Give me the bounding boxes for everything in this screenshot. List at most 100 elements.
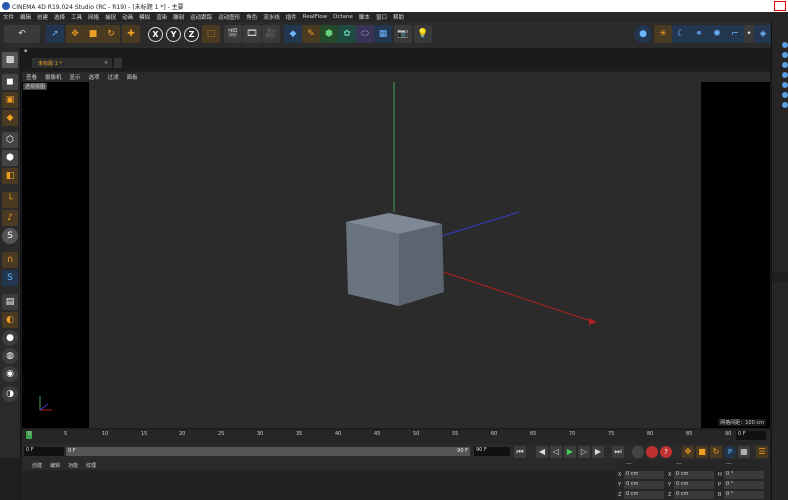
sphere-shade-button[interactable]: ● [2,330,18,346]
menu-realflow[interactable]: RealFlow [300,14,330,20]
object-visibility-icon[interactable] [782,92,788,98]
sculpt-s-button[interactable]: S [2,270,18,286]
go-to-end-button[interactable]: ⏭ [612,446,624,458]
go-to-start-button[interactable]: ⏮ [514,446,526,458]
object-visibility-icon[interactable] [782,62,788,68]
deformer-button[interactable]: ⬭ [356,25,374,43]
object-visibility-icon[interactable] [782,102,788,108]
texture-mode-button[interactable]: ▣ [2,92,18,108]
menu-select[interactable]: 选择 [51,13,68,21]
cube-button[interactable]: ◆ [284,25,302,43]
menu-animate[interactable]: 动画 [119,13,136,21]
coord-size-y-field[interactable]: 0 cm [674,481,714,489]
polygons-mode-button[interactable]: ◧ [2,168,18,184]
menu-help[interactable]: 帮助 [390,13,407,21]
key-move-button[interactable]: ✥ [682,446,694,458]
tweak-mode-button[interactable]: ♪ [2,210,18,226]
vp-menu-options[interactable]: 选项 [85,73,104,81]
key-param-button[interactable]: P [724,446,736,458]
scale-button[interactable]: ■ [84,25,102,43]
edges-mode-button[interactable]: ⬢ [2,150,18,166]
timeline-menu-button[interactable]: ☰ [756,446,768,458]
close-button[interactable] [774,1,786,11]
octane-link-button[interactable]: ⚭ [690,25,708,43]
vp-menu-panel[interactable]: 面板 [123,73,142,81]
live-select-button[interactable]: ➚ [46,25,64,43]
key-scale-button[interactable]: ■ [696,446,708,458]
render-settings-button[interactable]: 🎥 [262,25,280,43]
viewport-canvas[interactable] [89,82,701,428]
object-visibility-icon[interactable] [782,72,788,78]
axis-y-button[interactable]: Y [166,27,181,42]
vp-menu-camera[interactable]: 摄像机 [41,73,66,81]
menu-tools[interactable]: 工具 [68,13,85,21]
menu-mesh[interactable]: 网格 [85,13,102,21]
autokey-button[interactable] [646,446,658,458]
key-rotate-button[interactable]: ↻ [710,446,722,458]
light-button[interactable]: 💡 [414,25,432,43]
octane-gear-button[interactable]: ✺ [708,25,726,43]
menu-octane[interactable]: Octane [330,14,356,20]
start-frame-field[interactable]: 0 F [24,447,64,456]
coordinate-system-button[interactable]: ⬚ [202,25,220,43]
prev-frame-button[interactable]: ◁ [550,446,562,458]
coord-size-z-field[interactable]: 0 cm [674,491,714,499]
menu-snap[interactable]: 捕捉 [102,13,119,21]
play-button[interactable]: ▶ [564,446,576,458]
model-mode-button[interactable]: ▩ [2,52,18,68]
axis-x-button[interactable]: X [148,27,163,42]
menu-pipeline[interactable]: 流水线 [260,13,283,21]
menu-sculpt[interactable]: 雕刻 [170,13,187,21]
mat-menu-function[interactable]: 功能 [64,462,82,469]
magnet-button[interactable]: ∩ [2,252,18,268]
rotate-button[interactable]: ↻ [102,25,120,43]
octane-moon-button[interactable]: ☾ [672,25,690,43]
octane-dot-button[interactable]: • [744,25,754,43]
coord-rot-h-field[interactable]: 0 ° [724,471,764,479]
menu-character[interactable]: 角色 [243,13,260,21]
menu-simulate[interactable]: 模拟 [136,13,153,21]
move-button[interactable]: ✥ [66,25,84,43]
coord-rot-b-field[interactable]: 0 ° [724,491,764,499]
sphere-lines-button[interactable]: ◉ [2,366,18,382]
axis-mode-button[interactable]: └ [2,192,18,208]
menu-script[interactable]: 脚本 [356,13,373,21]
vp-menu-view[interactable]: 查看 [22,73,41,81]
floor-button[interactable]: ▦ [374,25,392,43]
object-visibility-icon[interactable] [782,52,788,58]
prev-key-button[interactable]: ◀ [536,446,548,458]
points-mode-button[interactable]: ⬡ [2,132,18,148]
current-frame-field[interactable]: 0 F [736,431,766,440]
keyframe-help-button[interactable]: ? [660,446,672,458]
snap-button[interactable]: S [2,228,18,244]
coord-pos-x-field[interactable]: 0 cm [624,471,664,479]
key-grid-button[interactable]: ▦ [738,446,750,458]
new-tab-button[interactable] [114,58,122,68]
render-view-button[interactable]: 🎬 [224,25,242,43]
menu-file[interactable]: 文件 [0,13,17,21]
subdivision-button[interactable]: ⬢ [320,25,338,43]
object-visibility-icon[interactable] [782,82,788,88]
octane-hook-button[interactable]: ⌐ [726,25,744,43]
menu-render[interactable]: 渲染 [153,13,170,21]
next-key-button[interactable]: ▶ [592,446,604,458]
mat-menu-texture[interactable]: 纹理 [82,462,100,469]
menu-mograph[interactable]: 运动图形 [215,13,243,21]
undo-button[interactable]: ↶ [4,25,40,43]
octane-sphere-button[interactable]: ● [634,25,652,43]
menu-plugins[interactable]: 插件 [283,13,300,21]
transform-button[interactable]: ✚ [122,25,140,43]
sphere-dark-button[interactable]: ◑ [2,386,18,402]
perspective-viewport[interactable]: 透视视图 网格间距：100 cm [22,82,770,428]
mat-menu-edit[interactable]: 编辑 [46,462,64,469]
render-picture-viewer-button[interactable]: 🎞 [243,25,261,43]
document-tab[interactable]: 未标题 1 * × [32,58,112,68]
next-frame-button[interactable]: ▷ [578,446,590,458]
workplane-button[interactable]: ◆ [2,110,18,126]
object-mode-button[interactable]: ◼ [2,74,18,90]
menu-motion-tracking[interactable]: 运动跟踪 [187,13,215,21]
menu-create[interactable]: 创建 [34,13,51,21]
attribute-manager-header[interactable] [772,272,788,282]
object-visibility-icon[interactable] [782,42,788,48]
tab-close-icon[interactable]: × [104,60,108,66]
